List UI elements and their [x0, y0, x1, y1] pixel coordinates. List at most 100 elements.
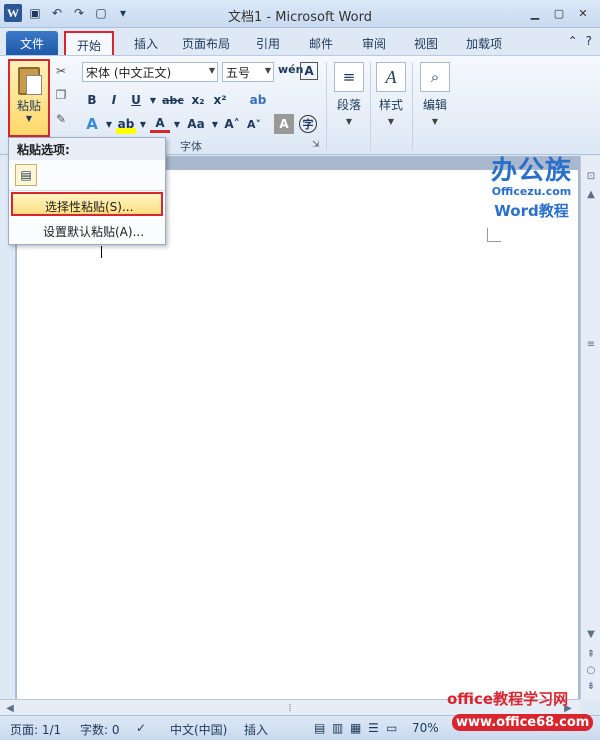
strikethrough-icon[interactable]: abc [160, 90, 186, 110]
scroll-left-icon[interactable]: ◀ [2, 700, 18, 716]
font-color-icon[interactable]: A [150, 115, 170, 133]
clipboard-icon [18, 67, 42, 95]
format-painter-icon[interactable]: ✎ [52, 110, 70, 128]
close-icon[interactable]: ✕ [572, 4, 594, 22]
dropdown-icon[interactable]: ▼ [104, 114, 114, 134]
tab-view[interactable]: 视图 [408, 31, 444, 55]
dropdown-icon[interactable]: ▼ [172, 114, 182, 134]
font-size-combo[interactable]: 五号 ▼ [222, 62, 274, 82]
zoom-level[interactable]: 70% [412, 721, 439, 735]
chevron-down-icon: ▼ [208, 66, 215, 75]
font-name-value: 宋体 (中文正文) [86, 66, 172, 80]
character-border-icon[interactable]: A [300, 62, 318, 80]
editing-label: 编辑 [422, 98, 447, 112]
font-name-combo[interactable]: 宋体 (中文正文) ▼ [82, 62, 218, 82]
italic-icon[interactable]: I [104, 90, 124, 110]
status-word-count[interactable]: 字数: 0 [80, 721, 120, 738]
subscript-icon[interactable]: x₂ [188, 90, 208, 110]
paste-options-header: 粘贴选项: [9, 138, 165, 160]
status-page[interactable]: 页面: 1/1 [10, 721, 61, 738]
binoculars-icon: ⌕ [420, 62, 450, 92]
tab-addins[interactable]: 加载项 [460, 31, 508, 55]
change-case-icon[interactable]: Aa [184, 114, 208, 134]
outline-icon[interactable]: ☰ [368, 721, 379, 735]
watermark-logo: 办公族 Officezu.com Word教程 [491, 150, 572, 221]
scroll-thumb-grip-icon[interactable]: ⦙ [282, 700, 298, 716]
print-layout-icon[interactable]: ▤ [314, 721, 325, 735]
underline-icon[interactable]: U [126, 90, 146, 110]
window-title: 文档1 - Microsoft Word [228, 10, 372, 25]
maximize-icon[interactable]: ▢ [548, 4, 570, 22]
ribbon-tabs: 文件 开始 插入 页面布局 引用 邮件 审阅 视图 加载项 ⌃ ? [0, 28, 600, 55]
window-controls: ▁ ▢ ✕ [524, 4, 594, 22]
font-group-label: 字体 [180, 140, 202, 153]
tab-insert[interactable]: 插入 [126, 31, 166, 55]
separator [370, 62, 371, 150]
cut-icon[interactable]: ✂ [52, 62, 70, 80]
paragraph-button[interactable]: ≡ 段落 ▼ [330, 60, 368, 146]
dropdown-icon[interactable]: ▼ [138, 114, 148, 134]
tab-page-layout[interactable]: 页面布局 [176, 31, 236, 55]
tab-home[interactable]: 开始 [64, 31, 114, 55]
separator [326, 62, 327, 150]
font-dialog-launcher-icon[interactable]: ⇲ [312, 140, 320, 150]
menu-separator [9, 190, 165, 191]
scroll-down-icon[interactable]: ▼ [583, 626, 599, 642]
proofing-icon[interactable]: ✓ [136, 721, 146, 735]
chevron-down-icon: ▼ [264, 66, 271, 75]
select-browse-object-icon[interactable]: ○ [583, 662, 599, 678]
watermark-bottom-url: www.office68.com [452, 714, 594, 731]
paste-label: 粘贴 [16, 99, 41, 113]
enclose-characters-icon[interactable]: 字 [299, 115, 317, 133]
paragraph-icon: ≡ [334, 62, 364, 92]
dropdown-icon[interactable]: ▼ [210, 114, 220, 134]
superscript-icon[interactable]: x² [210, 90, 230, 110]
paste-special-item[interactable]: 选择性粘贴(S)... [11, 192, 163, 216]
minimize-ribbon-icon[interactable]: ⌃ [568, 34, 578, 48]
styles-button[interactable]: A 样式 ▼ [372, 60, 410, 146]
scroll-up-icon[interactable]: ▲ [583, 186, 599, 202]
tab-review[interactable]: 审阅 [356, 31, 392, 55]
character-shading-icon[interactable]: A [274, 114, 294, 134]
scroll-thumb-grip-icon[interactable]: ≡ [583, 336, 599, 352]
paste-options-menu: 粘贴选项: ▤ 选择性粘贴(S)... 设置默认粘贴(A)... [8, 137, 166, 245]
shrink-font-icon[interactable]: A˅ [244, 114, 264, 134]
format-row-1: B I U ▼ abc x₂ x² ab [82, 90, 268, 110]
status-insert-mode[interactable]: 插入 [244, 721, 268, 738]
chevron-down-icon: ▼ [387, 117, 395, 126]
vertical-scrollbar[interactable]: ⊡ ▲ ≡ ▼ ⇞ ○ ⇟ [580, 156, 600, 699]
clear-formatting-icon[interactable]: ab [248, 90, 268, 110]
tab-references[interactable]: 引用 [250, 31, 286, 55]
status-language[interactable]: 中文(中国) [170, 721, 227, 738]
text-cursor [101, 246, 102, 258]
ruler-toggle-icon[interactable]: ⊡ [583, 168, 599, 184]
help-icon[interactable]: ? [586, 34, 592, 48]
ribbon-right-controls: ⌃ ? [568, 34, 592, 48]
keep-source-formatting-icon[interactable]: ▤ [15, 164, 37, 186]
editing-button[interactable]: ⌕ 编辑 ▼ [416, 60, 454, 146]
styles-label: 样式 [378, 98, 403, 112]
dropdown-icon[interactable]: ▼ [148, 90, 158, 110]
previous-page-icon[interactable]: ⇞ [583, 646, 599, 662]
watermark-brand: 办公族 [490, 156, 572, 186]
web-layout-icon[interactable]: ▦ [350, 721, 361, 735]
paste-button[interactable]: 粘贴 ▼ [8, 59, 50, 137]
tab-mailings[interactable]: 邮件 [303, 31, 339, 55]
format-row-2: A ▼ ab ▼ A ▼ Aa ▼ A˄ A˅ A 字 [82, 114, 317, 134]
chevron-down-icon: ▼ [345, 117, 353, 126]
watermark-subtitle: Word教程 [494, 202, 569, 220]
separator [412, 62, 413, 150]
bold-icon[interactable]: B [82, 90, 102, 110]
highlight-icon[interactable]: ab [116, 114, 136, 134]
draft-icon[interactable]: ▭ [386, 721, 397, 735]
minimize-icon[interactable]: ▁ [524, 4, 546, 22]
chevron-down-icon: ▼ [25, 114, 33, 123]
set-default-paste-item[interactable]: 设置默认粘贴(A)... [11, 219, 163, 243]
next-page-icon[interactable]: ⇟ [583, 678, 599, 694]
full-screen-reading-icon[interactable]: ▥ [332, 721, 343, 735]
font-size-value: 五号 [226, 66, 251, 80]
grow-font-icon[interactable]: A˄ [222, 114, 242, 134]
tab-file[interactable]: 文件 [6, 31, 58, 55]
text-effects-icon[interactable]: A [82, 114, 102, 134]
copy-icon[interactable]: ❐ [52, 86, 70, 104]
